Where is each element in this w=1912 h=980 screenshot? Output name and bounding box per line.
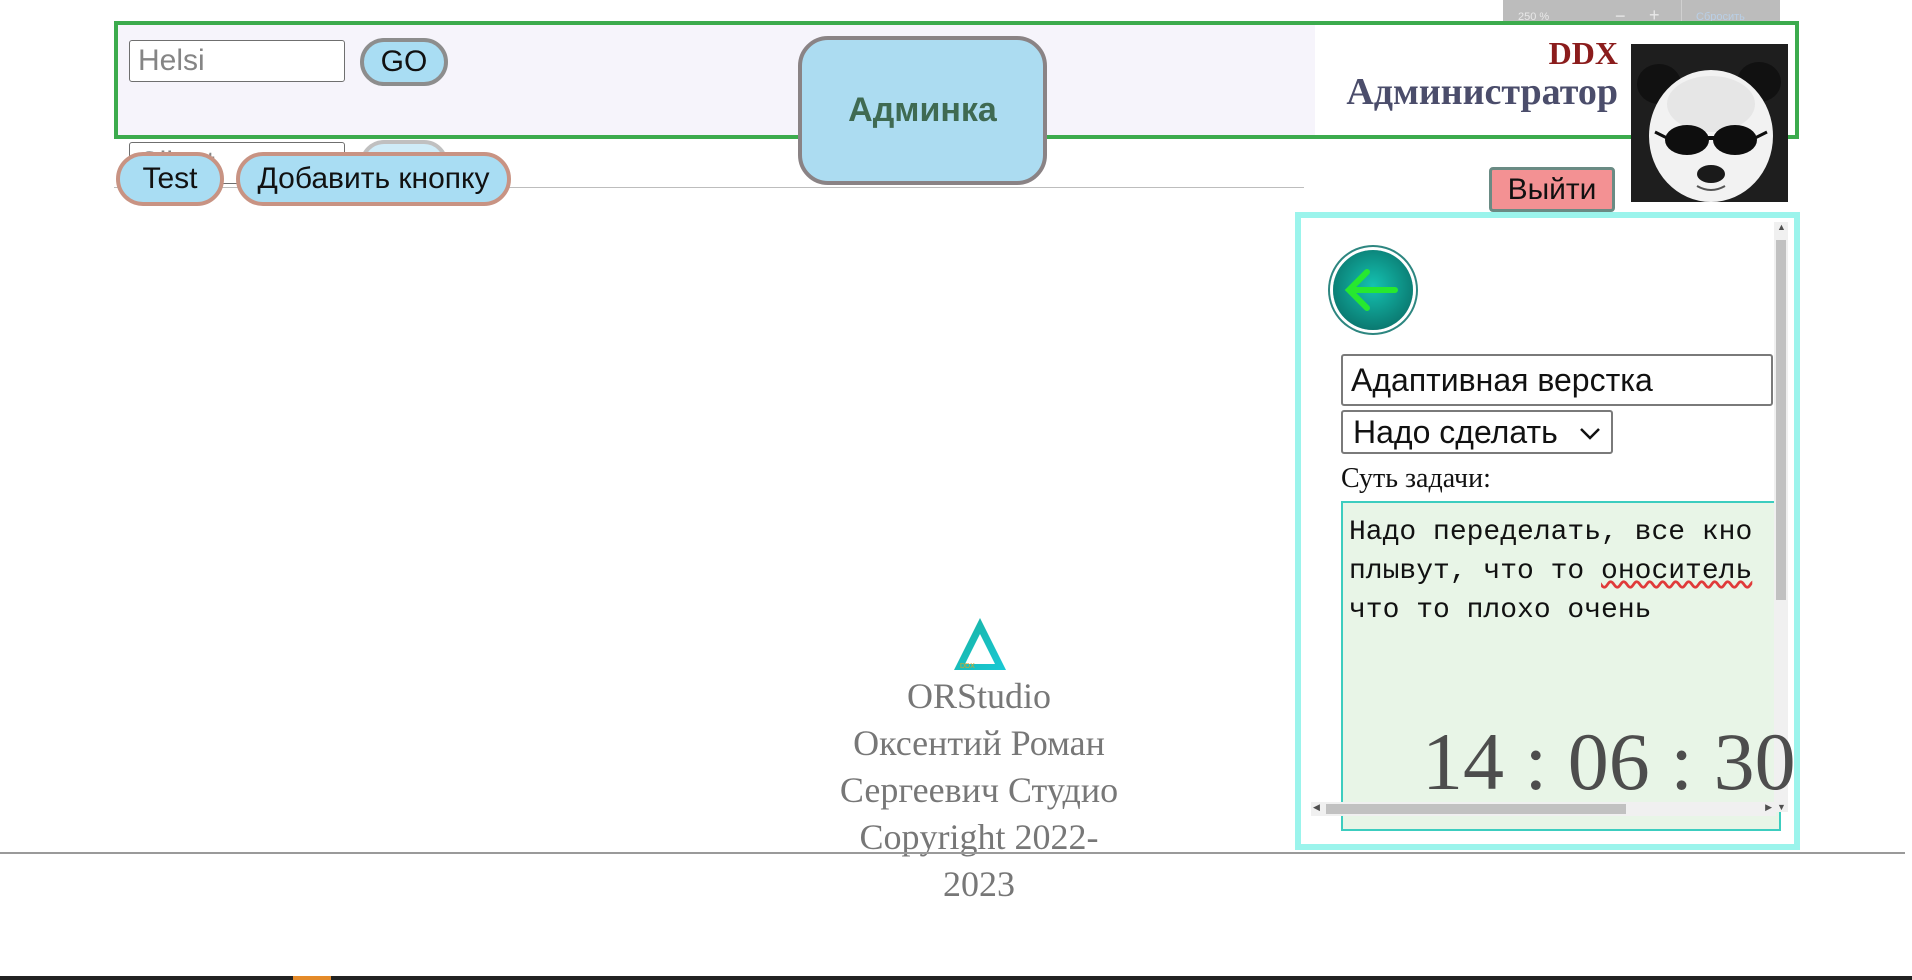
admin-panel-button[interactable]: Админка <box>798 36 1047 185</box>
footer-copyright: ORStudio Оксентий Роман Сергеевич Студио… <box>779 673 1179 908</box>
custom-button-test[interactable]: Test <box>116 152 224 206</box>
arrow-left-icon <box>1344 269 1398 311</box>
triangle-logo-icon: DDX <box>954 618 1006 670</box>
logout-button[interactable]: Выйти <box>1489 167 1615 212</box>
taskbar-edge <box>0 976 1912 980</box>
helsi-search-input[interactable] <box>129 40 345 82</box>
back-button[interactable] <box>1333 250 1413 330</box>
footer-owner-name: Оксентий Роман <box>853 723 1105 763</box>
brand-name: DDX <box>1548 35 1618 71</box>
task-status-value: Надо сделать <box>1353 413 1558 450</box>
brand-block: DDX Администратор <box>1346 36 1618 114</box>
task-essence-label: Суть задачи: <box>1341 463 1491 494</box>
avatar[interactable] <box>1631 44 1788 202</box>
task-text-line: плывут, что то оноситель <box>1349 556 1753 587</box>
clock: 14 : 06 : 30 <box>1422 716 1796 807</box>
vertical-scroll-thumb[interactable] <box>1776 240 1786 600</box>
footer-divider <box>0 852 1905 854</box>
scroll-up-arrow-icon[interactable]: ▲ <box>1777 222 1786 232</box>
task-status-select[interactable]: Надо сделать <box>1341 410 1613 454</box>
panda-avatar-icon <box>1631 44 1788 202</box>
add-button-button[interactable]: Добавить кнопку <box>236 152 511 206</box>
helsi-go-button[interactable]: GO <box>360 38 448 86</box>
task-text-line: что то плохо очень <box>1349 595 1652 626</box>
task-text-line: Надо переделать, все кно <box>1349 517 1753 548</box>
svg-text:DDX: DDX <box>960 663 975 670</box>
user-role: Администратор <box>1346 71 1618 113</box>
scroll-left-arrow-icon[interactable]: ◀ <box>1313 802 1320 813</box>
misspelled-word: оноситель <box>1601 556 1753 587</box>
studio-logo: DDX <box>950 614 1010 674</box>
footer-studio-name: ORStudio <box>906 676 1052 716</box>
footer-owner-name-cont: Сергеевич Студио <box>839 770 1119 810</box>
task-title-input[interactable] <box>1341 354 1773 406</box>
chevron-down-icon <box>1580 428 1600 440</box>
footer-copyright-year: 2023 <box>943 864 1015 904</box>
taskbar-accent <box>293 976 331 980</box>
